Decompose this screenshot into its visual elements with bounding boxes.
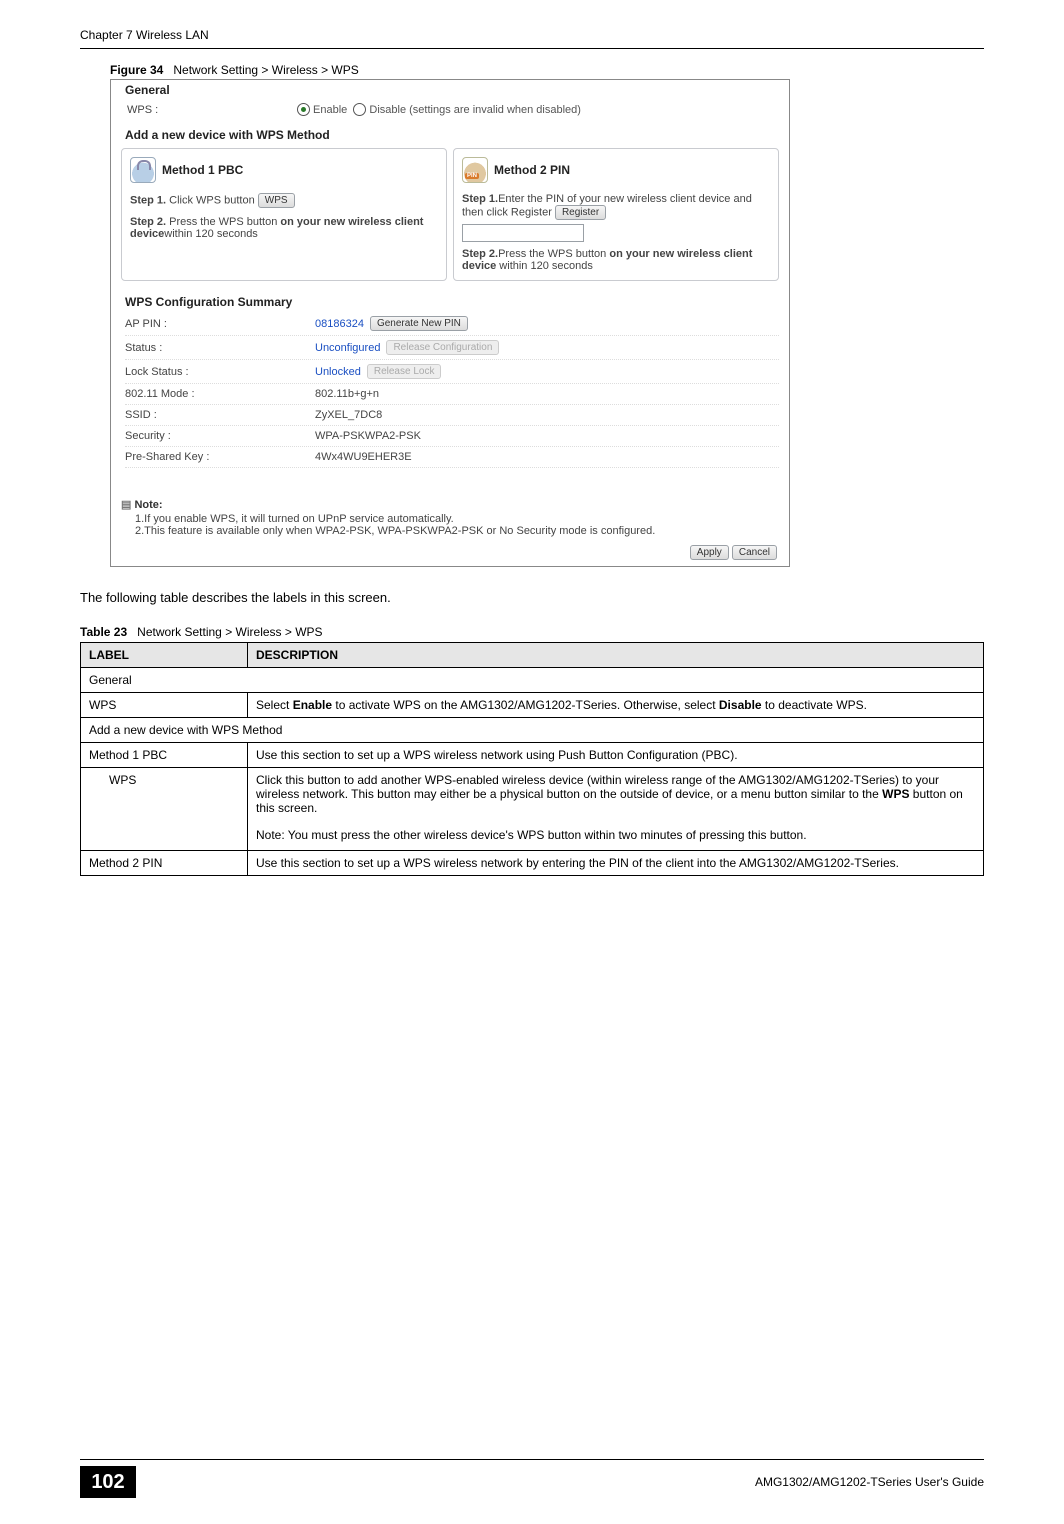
m1-step1-prefix: Step 1.	[130, 194, 166, 206]
summary-title: WPS Configuration Summary	[125, 295, 779, 309]
wps-label: WPS :	[127, 104, 297, 116]
figure-caption: Figure 34 Network Setting > Wireless > W…	[110, 63, 984, 77]
apply-button[interactable]: Apply	[690, 545, 729, 560]
summary-value: Unconfigured	[315, 342, 380, 354]
section-general-title: General	[125, 83, 785, 97]
table-caption: Table 23 Network Setting > Wireless > WP…	[80, 625, 984, 639]
table-row: General	[81, 668, 984, 693]
figure-title: Network Setting > Wireless > WPS	[173, 63, 358, 77]
body-text: The following table describes the labels…	[80, 589, 984, 607]
running-header: Chapter 7 Wireless LAN	[80, 28, 984, 42]
note-line-1: 1.If you enable WPS, it will turned on U…	[135, 513, 779, 525]
summary-row: AP PIN :08186324 Generate New PIN	[125, 312, 779, 336]
summary-row: Pre-Shared Key :4Wx4WU9EHER3E	[125, 447, 779, 468]
col-description: DESCRIPTION	[248, 643, 984, 668]
register-button[interactable]: Register	[555, 205, 606, 220]
m1-step2b: within 120 seconds	[164, 228, 258, 240]
summary-value: ZyXEL_7DC8	[315, 409, 382, 421]
m2-step1-text: Enter the PIN of your new wireless clien…	[462, 193, 752, 218]
footer-rule	[80, 1459, 984, 1460]
table-number: Table 23	[80, 625, 127, 639]
method1-title: Method 1 PBC	[162, 163, 243, 177]
method1-box: Method 1 PBC Step 1. Click WPS button WP…	[121, 148, 447, 281]
summary-label: SSID :	[125, 409, 315, 421]
summary-value: 08186324	[315, 318, 364, 330]
table-desc-cell: Use this section to set up a WPS wireles…	[248, 850, 984, 875]
summary-value: 802.11b+g+n	[315, 388, 379, 400]
summary-label: 802.11 Mode :	[125, 388, 315, 400]
summary-value: Unlocked	[315, 366, 361, 378]
m1-step1-text: Click WPS button	[166, 194, 255, 206]
summary-row: Security :WPA-PSKWPA2-PSK	[125, 426, 779, 447]
disable-text: Disable (settings are invalid when disab…	[369, 104, 581, 116]
col-label: LABEL	[81, 643, 248, 668]
method2-box: Method 2 PIN Step 1.Enter the PIN of you…	[453, 148, 779, 281]
summary-action-button: Release Lock	[367, 364, 442, 379]
enable-text: Enable	[313, 104, 347, 116]
summary-row: 802.11 Mode :802.11b+g+n	[125, 384, 779, 405]
summary-label: Pre-Shared Key :	[125, 451, 315, 463]
radio-disable[interactable]	[353, 103, 366, 116]
summary-value: 4Wx4WU9EHER3E	[315, 451, 412, 463]
table-label-cell: Method 2 PIN	[81, 850, 248, 875]
header-rule	[80, 48, 984, 49]
method1-step2: Step 2. Press the WPS button on your new…	[130, 216, 438, 240]
cancel-button[interactable]: Cancel	[732, 545, 777, 560]
figure-number: Figure 34	[110, 63, 163, 77]
summary-row: Status :Unconfigured Release Configuratio…	[125, 336, 779, 360]
m1-step2a: Press the WPS button	[166, 216, 280, 228]
table-title: Network Setting > Wireless > WPS	[137, 625, 322, 639]
summary-label: Security :	[125, 430, 315, 442]
summary-row: Lock Status :Unlocked Release Lock	[125, 360, 779, 384]
table-label-cell: WPS	[81, 693, 248, 718]
table-row: WPSClick this button to add another WPS-…	[81, 768, 984, 850]
radio-enable[interactable]	[297, 103, 310, 116]
table-row: Method 1 PBCUse this section to set up a…	[81, 743, 984, 768]
method2-step2: Step 2.Press the WPS button on your new …	[462, 248, 770, 272]
m1-step2-prefix: Step 2.	[130, 216, 166, 228]
wps-button[interactable]: WPS	[258, 193, 295, 208]
table-section-cell: General	[81, 668, 984, 693]
table-desc-cell: Click this button to add another WPS-ena…	[248, 768, 984, 850]
m2-step1-prefix: Step 1.	[462, 193, 498, 205]
summary-label: AP PIN :	[125, 318, 315, 330]
summary-label: Status :	[125, 342, 315, 354]
pin-input[interactable]	[462, 224, 584, 242]
table-section-cell: Add a new device with WPS Method	[81, 718, 984, 743]
m2-step2-prefix: Step 2.	[462, 248, 498, 260]
summary-action-button[interactable]: Generate New PIN	[370, 316, 468, 331]
method2-step1: Step 1.Enter the PIN of your new wireles…	[462, 193, 770, 220]
table-row: WPSSelect Enable to activate WPS on the …	[81, 693, 984, 718]
lock-pin-icon	[462, 157, 488, 183]
table-desc-cell: Use this section to set up a WPS wireles…	[248, 743, 984, 768]
wps-screenshot: General WPS : Enable Disable (settings a…	[110, 79, 790, 567]
note-line-2: 2.This feature is available only when WP…	[135, 525, 779, 537]
method2-title: Method 2 PIN	[494, 163, 570, 177]
description-table: LABEL DESCRIPTION GeneralWPSSelect Enabl…	[80, 642, 984, 875]
table-desc-cell: Select Enable to activate WPS on the AMG…	[248, 693, 984, 718]
lock-open-icon	[130, 157, 156, 183]
footer-guide-title: AMG1302/AMG1202-TSeries User's Guide	[148, 1475, 984, 1489]
method1-step1: Step 1. Click WPS button WPS	[130, 193, 438, 208]
table-label-cell: WPS	[81, 768, 248, 850]
table-row: Method 2 PINUse this section to set up a…	[81, 850, 984, 875]
summary-row: SSID :ZyXEL_7DC8	[125, 405, 779, 426]
table-label-cell: Method 1 PBC	[81, 743, 248, 768]
summary-value: WPA-PSKWPA2-PSK	[315, 430, 421, 442]
page-number: 102	[80, 1466, 136, 1498]
summary-label: Lock Status :	[125, 366, 315, 378]
note-heading: Note:	[121, 498, 779, 511]
summary-action-button: Release Configuration	[386, 340, 499, 355]
table-row: Add a new device with WPS Method	[81, 718, 984, 743]
wps-field-row: WPS : Enable Disable (settings are inval…	[127, 103, 785, 116]
section-add-device-title: Add a new device with WPS Method	[125, 128, 785, 142]
m2-step2b: within 120 seconds	[496, 260, 593, 272]
m2-step2a: Press the WPS button	[498, 248, 609, 260]
